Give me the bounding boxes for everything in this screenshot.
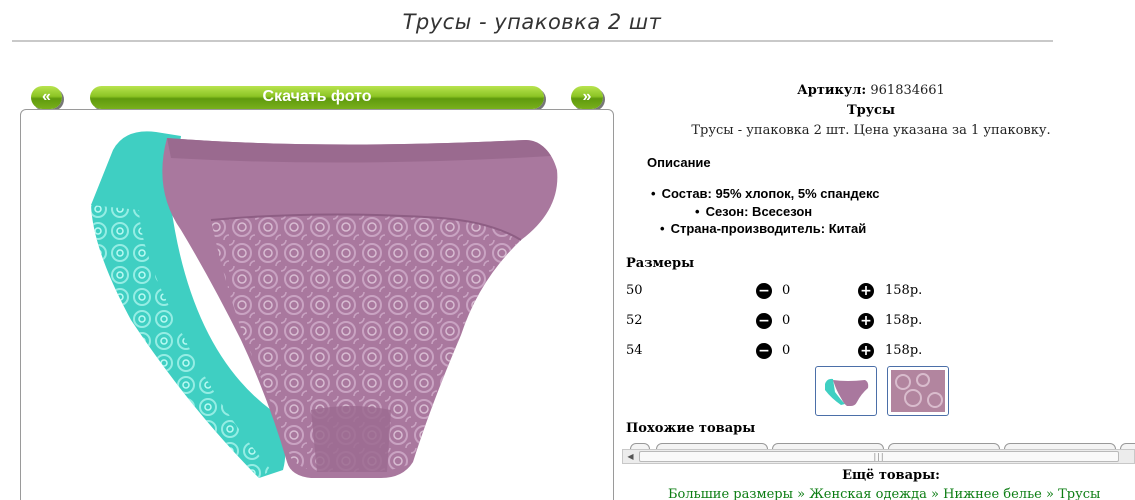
thumbnail-panties-front[interactable]: [815, 366, 877, 416]
download-photo-button[interactable]: Скачать фото: [90, 86, 544, 109]
scroll-left-icon[interactable]: ◀: [624, 450, 637, 463]
product-description: Трусы - упаковка 2 шт. Цена указана за 1…: [691, 123, 1051, 138]
spec-item: Состав: 95% хлопок, 5% спандекс: [651, 186, 880, 201]
breadcrumb-separator: »: [931, 487, 939, 500]
price-value: 158р.: [885, 313, 923, 328]
plus-circle-icon[interactable]: +: [858, 343, 874, 359]
product-photo-image: [91, 131, 558, 478]
plus-circle-icon[interactable]: +: [858, 313, 874, 329]
article-value: 961834661: [870, 83, 945, 98]
thumbnail-lace-closeup[interactable]: [887, 366, 949, 416]
size-row: 50 − 0 + 158р.: [626, 283, 946, 303]
quantity-value: 0: [782, 283, 791, 298]
minus-circle-icon[interactable]: −: [756, 313, 772, 329]
scrollbar-thumb[interactable]: |||: [639, 451, 1119, 462]
breadcrumb-link[interactable]: Большие размеры: [668, 487, 793, 500]
page-title: Трусы - упаковка 2 шт: [402, 10, 662, 34]
title-divider: [12, 40, 1053, 42]
prev-photo-button[interactable]: «: [31, 86, 62, 109]
similar-heading: Похожие товары: [626, 421, 756, 436]
size-row: 52 − 0 + 158р.: [626, 313, 946, 333]
spec-heading: Описание: [647, 155, 711, 170]
price-value: 158р.: [885, 283, 923, 298]
sizes-heading: Размеры: [626, 256, 695, 271]
similar-scrollbar[interactable]: ◀ |||: [622, 449, 1135, 464]
quantity-value: 0: [782, 343, 791, 358]
article-label: Артикул:: [797, 83, 867, 98]
minus-circle-icon[interactable]: −: [756, 343, 772, 359]
thumbnail-image: [891, 370, 945, 412]
breadcrumb-link[interactable]: Трусы: [1058, 487, 1100, 500]
thumbnail-image: [825, 378, 869, 406]
spec-item: Сезон: Всесезон: [695, 204, 813, 219]
minus-circle-icon[interactable]: −: [756, 283, 772, 299]
product-name: Трусы: [846, 103, 896, 118]
breadcrumb-separator: »: [1045, 487, 1054, 500]
size-label: 52: [626, 313, 643, 328]
article-line: Артикул: 961834661: [626, 83, 1116, 98]
breadcrumb-link[interactable]: Женская одежда: [809, 487, 927, 500]
breadcrumb: Большие размеры » Женская одежда » Нижне…: [668, 487, 1100, 500]
plus-circle-icon[interactable]: +: [858, 283, 874, 299]
more-products-heading: Ещё товары:: [842, 468, 940, 483]
size-row: 54 − 0 + 158р.: [626, 343, 946, 363]
quantity-value: 0: [782, 313, 791, 328]
price-value: 158р.: [885, 343, 923, 358]
spec-item: Страна-производитель: Китай: [660, 221, 867, 236]
breadcrumb-link[interactable]: Нижнее белье: [943, 487, 1042, 500]
next-photo-button[interactable]: »: [571, 86, 603, 109]
product-photo[interactable]: [20, 109, 614, 500]
size-label: 50: [626, 283, 643, 298]
size-label: 54: [626, 343, 643, 358]
breadcrumb-separator: »: [797, 487, 806, 500]
